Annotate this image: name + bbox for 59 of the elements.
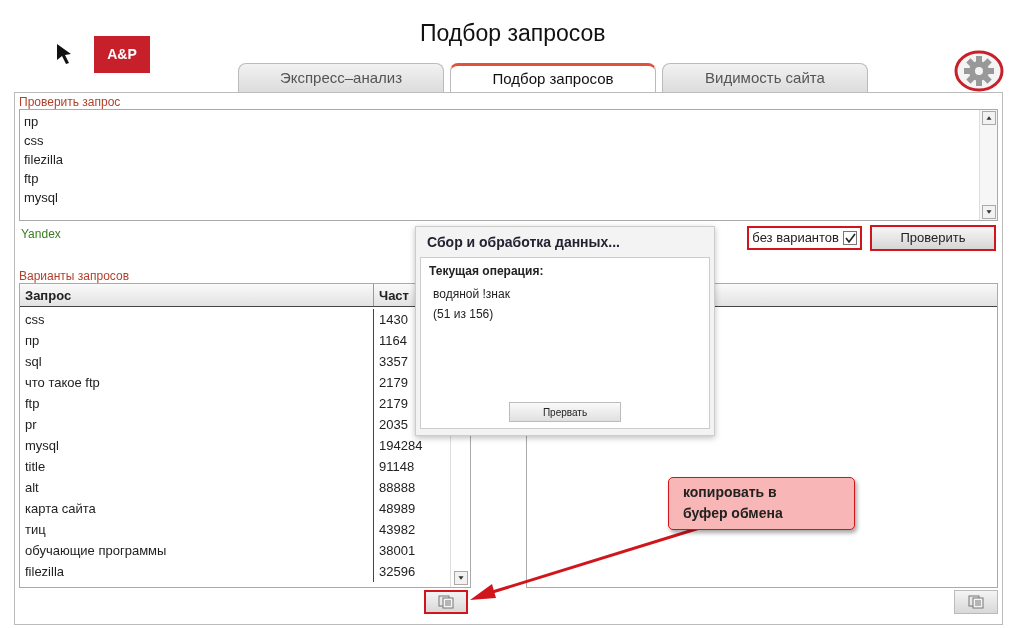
table-cell: 2179 [379,375,408,390]
table-cell: тиц [20,519,374,540]
table-cell: что такое ftp [20,372,374,393]
table-cell: ftp [20,393,374,414]
operation-name: водяной !знак [432,286,510,303]
table-cell: 1164 [379,333,407,348]
table-cell: mysql [20,435,374,456]
search-engine-label: Yandex [20,226,61,243]
table-cell: пр [20,330,374,351]
table-cell: 32596 [379,564,416,579]
checkbox[interactable] [843,231,857,245]
progress-text: (51 из 156) [432,306,494,323]
copy-icon [968,595,984,609]
no-variants-checkbox[interactable]: без вариантов [747,226,862,250]
query-line: filezilla [24,151,63,169]
query-line: css [24,132,44,150]
dialog-title: Сбор и обработка данных... [426,232,621,252]
section-label: Варианты запросов [19,269,129,283]
table-cell: pr [20,414,374,435]
tab[interactable]: Экспресс–анализ [238,63,444,92]
scrollbar[interactable] [979,110,997,220]
table-cell: 3357 [379,354,408,369]
table-cell: 48989 [379,501,416,516]
check-icon [844,232,856,244]
table-cell: title [20,456,374,477]
tab[interactable]: Подбор запросов [450,63,656,92]
table-cell: sql [20,351,374,372]
copy-button[interactable] [424,590,468,614]
table-cell: 2179 [379,396,408,411]
query-line: ftp [24,170,39,188]
table-cell: 2035 [379,417,408,432]
scroll-down-icon[interactable] [453,571,468,585]
copy-icon [438,595,454,609]
scroll-up-icon[interactable] [981,111,996,125]
table-cell: 43982 [379,522,416,537]
query-line: mysql [24,189,58,207]
table-cell: 194284 [379,438,423,453]
table-cell: карта сайта [20,498,374,519]
query-input[interactable]: пр css filezilla ftp mysql [19,109,998,221]
table-cell: filezilla [20,561,374,582]
scroll-down-icon[interactable] [981,205,996,219]
tab[interactable]: Видимость сайта [662,63,868,92]
query-line: пр [24,113,39,131]
table-cell: alt [20,477,374,498]
page-title: Подбор запросов [420,19,606,48]
table-cell: 38001 [379,543,416,558]
table-cell: 91148 [379,459,415,474]
settings-icon[interactable] [954,50,1004,92]
column-header[interactable]: Запрос [20,284,374,306]
operation-label: Текущая операция: [429,263,544,280]
table-cell: 1430 [379,312,408,327]
section-label: Проверить запрос [19,95,122,109]
callout: копировать в буфер обмена [668,477,855,530]
table-cell: обучающие программы [20,540,374,561]
check-button[interactable]: Проверить [870,225,996,251]
table-cell: css [20,309,374,330]
table-cell: 88888 [379,480,416,495]
cancel-button[interactable]: Прервать [509,402,621,422]
logo: A&P [94,36,150,73]
